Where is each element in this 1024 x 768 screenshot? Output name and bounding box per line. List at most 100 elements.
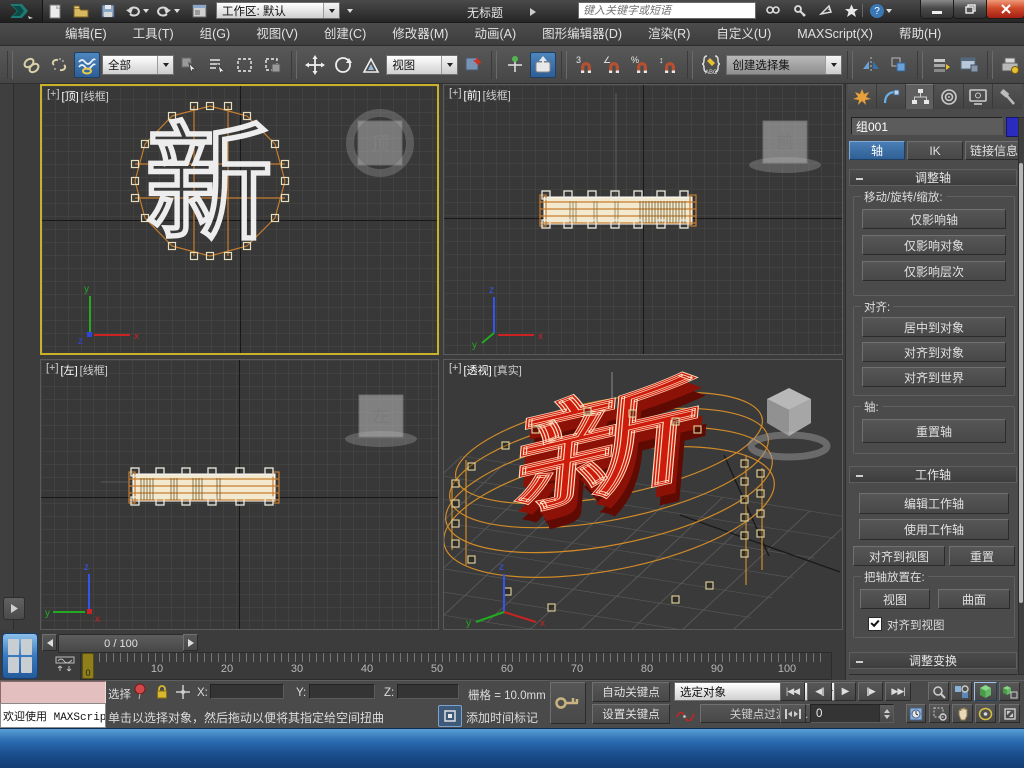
edit-working-pivot-button[interactable]: 编辑工作轴 bbox=[859, 493, 1009, 514]
object-name-field[interactable]: 组001 bbox=[851, 117, 1003, 135]
affect-hierarchy-only-button[interactable]: 仅影响层次 bbox=[862, 261, 1006, 281]
undo-dropdown-arrow[interactable] bbox=[141, 2, 151, 20]
toolbar-options-arrow[interactable] bbox=[343, 2, 357, 20]
viewport-menu-plus[interactable]: [+] bbox=[449, 362, 462, 378]
viewcube[interactable]: 顶 bbox=[350, 113, 410, 173]
previous-frame-button[interactable]: ◀|| bbox=[807, 682, 832, 701]
selection-filter-arrow[interactable] bbox=[157, 56, 173, 74]
affect-object-only-button[interactable]: 仅影响对象 bbox=[862, 235, 1006, 255]
favorites-star-icon[interactable] bbox=[840, 2, 862, 20]
select-and-rotate-icon[interactable] bbox=[330, 52, 356, 78]
viewport-top[interactable]: 新 顶 y x z [+] [顶] [线框] bbox=[40, 84, 439, 355]
frame-spinner[interactable] bbox=[879, 705, 893, 722]
select-and-scale-icon[interactable] bbox=[358, 52, 384, 78]
place-view-button[interactable]: 视图 bbox=[860, 589, 930, 609]
time-slider-next-button[interactable] bbox=[183, 634, 198, 651]
adjust-pivot-rollout-header[interactable]: 调整轴 bbox=[849, 169, 1017, 186]
zoom-extents-all-icon[interactable] bbox=[999, 682, 1020, 701]
open-mini-curve-editor-icon[interactable] bbox=[52, 654, 78, 674]
time-configuration-icon[interactable] bbox=[906, 704, 926, 723]
zoom-extents-icon[interactable] bbox=[974, 682, 997, 701]
viewport-layout-tabs-button[interactable] bbox=[2, 633, 38, 679]
go-to-end-button[interactable]: ▶▶| bbox=[885, 682, 911, 701]
set-keys-button[interactable] bbox=[550, 682, 586, 724]
use-working-pivot-button[interactable]: 使用工作轴 bbox=[859, 519, 1009, 540]
workspace-switcher-icon[interactable] bbox=[188, 2, 210, 20]
panel-scrollbar-track[interactable] bbox=[1018, 117, 1024, 675]
auto-key-button[interactable]: 自动关键点 bbox=[592, 682, 670, 702]
menu-help[interactable]: 帮助(H) bbox=[886, 23, 954, 46]
absolute-relative-coord-icon[interactable] bbox=[175, 684, 191, 705]
viewport-name-menu[interactable]: [前] bbox=[464, 87, 481, 103]
menu-rendering[interactable]: 渲染(R) bbox=[635, 23, 703, 46]
align-to-world-button[interactable]: 对齐到世界 bbox=[862, 367, 1006, 387]
minimize-button[interactable] bbox=[920, 0, 954, 19]
overflow-arrow[interactable] bbox=[527, 3, 539, 21]
menu-maxscript[interactable]: MAXScript(X) bbox=[784, 23, 886, 46]
working-pivot-rollout-header[interactable]: 工作轴 bbox=[849, 466, 1017, 483]
search-input[interactable] bbox=[578, 2, 756, 19]
keyboard-shortcut-override-icon[interactable] bbox=[530, 52, 556, 78]
named-selection-set-dropdown[interactable]: 创建选择集 bbox=[726, 55, 842, 75]
isolate-selection-icon[interactable] bbox=[133, 683, 147, 706]
mirror-icon[interactable] bbox=[858, 52, 884, 78]
orbit-icon[interactable] bbox=[975, 704, 996, 723]
tab-display[interactable] bbox=[964, 84, 993, 109]
viewport-shading-menu[interactable]: [线框] bbox=[81, 88, 109, 104]
selection-lock-icon[interactable] bbox=[155, 684, 169, 705]
key-curve-icon[interactable] bbox=[674, 704, 698, 723]
track-bar[interactable]: 0 10 20 30 40 50 60 70 80 90 100 0 bbox=[80, 652, 832, 680]
select-and-move-icon[interactable] bbox=[302, 52, 328, 78]
tab-motion[interactable] bbox=[935, 84, 964, 109]
snaps-toggle-icon[interactable]: 3 bbox=[572, 52, 598, 78]
tab-modify[interactable] bbox=[877, 84, 906, 109]
close-button[interactable] bbox=[986, 0, 1024, 19]
redo-dropdown-arrow[interactable] bbox=[172, 2, 182, 20]
unlink-selection-icon[interactable] bbox=[46, 52, 72, 78]
viewport-menu-plus[interactable]: [+] bbox=[46, 362, 59, 378]
viewport-name-menu[interactable]: [顶] bbox=[62, 88, 79, 104]
menu-tools[interactable]: 工具(T) bbox=[120, 23, 187, 46]
adjust-transform-rollout-header[interactable]: 调整变换 bbox=[849, 652, 1017, 669]
set-key-button[interactable]: 设置关键点 bbox=[592, 704, 670, 724]
menu-edit[interactable]: 编辑(E) bbox=[52, 23, 120, 46]
viewport-shading-menu[interactable]: [线框] bbox=[80, 362, 108, 378]
maxscript-listener-white[interactable]: 欢迎使用 MAXScript bbox=[0, 703, 106, 728]
pan-hand-icon[interactable] bbox=[952, 704, 973, 723]
tab-create[interactable] bbox=[848, 84, 877, 109]
layer-manager-icon[interactable] bbox=[928, 52, 954, 78]
subscription-icon[interactable] bbox=[815, 2, 837, 20]
time-slider-prev-button[interactable] bbox=[42, 634, 57, 651]
maximize-viewport-toggle[interactable] bbox=[999, 704, 1020, 723]
reset-pivot-button[interactable]: 重置轴 bbox=[862, 419, 1006, 443]
edit-named-selection-sets-icon[interactable]: ABC bbox=[698, 52, 724, 78]
link-info-tab-button[interactable]: 链接信息 bbox=[965, 141, 1023, 160]
select-and-manipulate-icon[interactable] bbox=[502, 52, 528, 78]
window-crossing-icon[interactable] bbox=[260, 52, 286, 78]
workspace-dropdown-arrow[interactable] bbox=[323, 3, 339, 18]
restore-button[interactable] bbox=[953, 0, 987, 19]
expand-panel-button[interactable] bbox=[3, 597, 25, 620]
reference-coordinate-dropdown[interactable]: 视图 bbox=[386, 55, 458, 75]
viewport-menu-plus[interactable]: [+] bbox=[47, 88, 60, 104]
panel-scrollbar-thumb[interactable] bbox=[1019, 163, 1023, 603]
viewport-perspective[interactable]: 新 新 新 z x bbox=[443, 359, 843, 630]
zoom-icon[interactable] bbox=[928, 682, 949, 701]
current-frame-field[interactable]: 0 bbox=[810, 704, 894, 723]
search-icon[interactable] bbox=[762, 2, 784, 20]
play-button[interactable]: ▶ bbox=[834, 682, 856, 701]
menu-views[interactable]: 视图(V) bbox=[243, 23, 311, 46]
pivot-tab-button[interactable]: 轴 bbox=[849, 141, 905, 160]
add-time-tag[interactable]: 添加时间标记 bbox=[466, 709, 538, 726]
z-coord-field[interactable] bbox=[397, 684, 459, 699]
time-marker[interactable]: 0 bbox=[82, 653, 94, 679]
menu-group[interactable]: 组(G) bbox=[187, 23, 244, 46]
place-surface-button[interactable]: 曲面 bbox=[938, 589, 1010, 609]
align-to-view-button[interactable]: 对齐到视图 bbox=[853, 546, 945, 566]
app-menu-button[interactable] bbox=[0, 0, 43, 22]
select-object-icon[interactable] bbox=[176, 52, 202, 78]
viewport-left[interactable]: 左 z y x [+] [左] [线框] bbox=[40, 359, 439, 630]
affect-pivot-only-button[interactable]: 仅影响轴 bbox=[862, 209, 1006, 229]
named-selection-set-arrow[interactable] bbox=[825, 56, 841, 74]
zoom-region-icon[interactable] bbox=[929, 704, 950, 723]
